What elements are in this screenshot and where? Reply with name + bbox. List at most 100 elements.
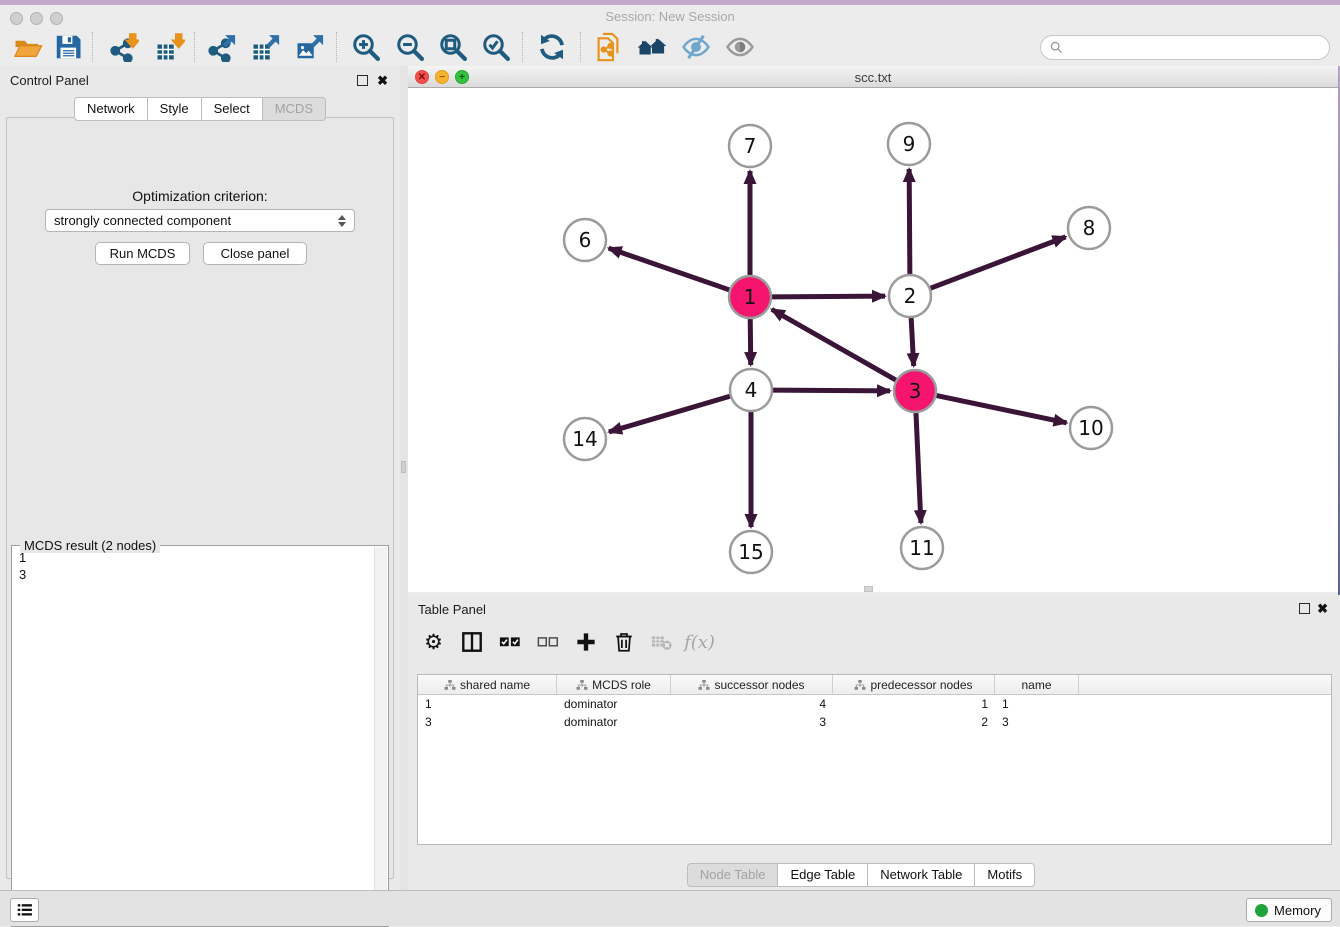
table-panel-title: Table Panel bbox=[418, 602, 486, 617]
table-panel-header: Table Panel ✖ bbox=[408, 595, 1340, 623]
deselect-all-button[interactable] bbox=[532, 627, 563, 658]
open-folder-button[interactable] bbox=[8, 31, 48, 63]
column-header-predecessor-nodes[interactable]: predecessor nodes bbox=[833, 675, 995, 694]
node-label-15: 15 bbox=[738, 540, 763, 564]
cell[interactable]: 1 bbox=[995, 695, 1079, 713]
tab-edge-table[interactable]: Edge Table bbox=[778, 863, 868, 887]
edge-1-6[interactable] bbox=[609, 248, 730, 290]
open-folder-icon bbox=[13, 32, 43, 62]
run-mcds-button[interactable]: Run MCDS bbox=[95, 242, 190, 265]
splitter-grip[interactable] bbox=[401, 461, 406, 473]
cell[interactable]: 3 bbox=[418, 713, 557, 731]
delete-icon bbox=[613, 631, 635, 653]
import-table-button[interactable] bbox=[150, 31, 190, 63]
table-row[interactable]: 3dominator323 bbox=[418, 713, 1331, 731]
node-label-3: 3 bbox=[909, 379, 922, 403]
tab-motifs[interactable]: Motifs bbox=[975, 863, 1035, 887]
cell[interactable]: 1 bbox=[833, 695, 995, 713]
delete-table-button bbox=[646, 627, 677, 658]
edge-2-9[interactable] bbox=[909, 169, 910, 274]
column-header-MCDS-role[interactable]: MCDS role bbox=[557, 675, 671, 694]
show-eye-button[interactable] bbox=[720, 31, 760, 63]
column-header-name[interactable]: name bbox=[995, 675, 1079, 694]
cell[interactable]: 3 bbox=[995, 713, 1079, 731]
edge-4-14[interactable] bbox=[609, 396, 730, 432]
export-image-button[interactable] bbox=[290, 31, 330, 63]
cell[interactable]: 4 bbox=[671, 695, 833, 713]
save-icon bbox=[53, 32, 83, 62]
memory-status-icon bbox=[1255, 904, 1268, 917]
refresh-icon bbox=[537, 32, 567, 62]
cell[interactable]: 2 bbox=[833, 713, 995, 731]
table-row[interactable]: 1dominator411 bbox=[418, 695, 1331, 713]
close-panel-button[interactable]: Close panel bbox=[203, 242, 307, 265]
panel-splitter[interactable] bbox=[400, 66, 408, 890]
cell[interactable]: dominator bbox=[557, 713, 671, 731]
network-graph[interactable]: 1234678910111415 bbox=[408, 88, 1338, 592]
table-float-icon[interactable] bbox=[1299, 603, 1310, 614]
save-button[interactable] bbox=[48, 31, 88, 63]
control-panel-tabs: NetworkStyleSelectMCDS bbox=[0, 97, 400, 121]
criterion-select[interactable]: strongly connected component bbox=[45, 209, 355, 232]
zoom-selected-button[interactable] bbox=[476, 31, 516, 63]
search-input[interactable] bbox=[1064, 40, 1329, 55]
columns-button[interactable] bbox=[456, 627, 487, 658]
edge-3-10[interactable] bbox=[937, 396, 1067, 423]
export-network-button[interactable] bbox=[202, 31, 242, 63]
export-network-icon bbox=[207, 32, 237, 62]
tab-mcds[interactable]: MCDS bbox=[263, 97, 326, 121]
column-header-shared-name[interactable]: shared name bbox=[418, 675, 557, 694]
zoom-fit-button[interactable] bbox=[433, 31, 473, 63]
float-panel-icon[interactable] bbox=[357, 75, 368, 86]
network-window-titlebar[interactable]: ✕ − + scc.txt bbox=[408, 66, 1338, 88]
delete-button[interactable] bbox=[608, 627, 639, 658]
refresh-button[interactable] bbox=[532, 31, 572, 63]
edge-2-8[interactable] bbox=[931, 237, 1066, 288]
memory-button[interactable]: Memory bbox=[1246, 898, 1332, 922]
edge-2-3[interactable] bbox=[911, 318, 914, 366]
tab-style[interactable]: Style bbox=[148, 97, 202, 121]
zoom-out-button[interactable] bbox=[390, 31, 430, 63]
node-label-9: 9 bbox=[903, 132, 916, 156]
result-scrollbar[interactable] bbox=[374, 547, 387, 925]
hide-style-button[interactable] bbox=[676, 31, 716, 63]
edge-4-3[interactable] bbox=[773, 390, 890, 391]
mcds-result-group: MCDS result (2 nodes) 1 3 bbox=[11, 545, 389, 927]
edge-3-1[interactable] bbox=[772, 309, 896, 380]
import-network-button[interactable] bbox=[104, 31, 144, 63]
share-document-button[interactable] bbox=[588, 31, 628, 63]
tab-node-table[interactable]: Node Table bbox=[687, 863, 779, 887]
edge-3-11[interactable] bbox=[916, 413, 921, 523]
zoom-in-button[interactable] bbox=[346, 31, 386, 63]
control-panel: Control Panel ✖ NetworkStyleSelectMCDS O… bbox=[0, 66, 400, 890]
edge-1-2[interactable] bbox=[772, 296, 885, 297]
export-table-icon bbox=[251, 32, 281, 62]
list-icon bbox=[17, 903, 33, 917]
toolbar-separator bbox=[580, 32, 581, 62]
network-window-title: scc.txt bbox=[408, 70, 1338, 85]
node-table[interactable]: shared nameMCDS role successor nodes prede… bbox=[417, 674, 1332, 845]
delete-table-icon bbox=[651, 631, 673, 653]
canvas-resize-handle[interactable] bbox=[864, 586, 873, 592]
search-field[interactable] bbox=[1040, 35, 1330, 60]
cell[interactable]: 1 bbox=[418, 695, 557, 713]
table-close-icon[interactable]: ✖ bbox=[1317, 603, 1328, 614]
tab-select[interactable]: Select bbox=[202, 97, 263, 121]
select-all-button[interactable] bbox=[494, 627, 525, 658]
tab-network[interactable]: Network bbox=[74, 97, 148, 121]
export-table-button[interactable] bbox=[246, 31, 286, 63]
column-label: successor nodes bbox=[714, 678, 804, 692]
close-panel-icon[interactable]: ✖ bbox=[377, 75, 388, 86]
hierarchy-icon bbox=[854, 679, 866, 691]
gear-button[interactable]: ⚙ bbox=[418, 627, 449, 658]
task-history-button[interactable] bbox=[10, 898, 39, 922]
cell[interactable]: dominator bbox=[557, 695, 671, 713]
column-header-successor-nodes[interactable]: successor nodes bbox=[671, 675, 833, 694]
tab-network-table[interactable]: Network Table bbox=[868, 863, 975, 887]
add-icon bbox=[575, 631, 597, 653]
add-button[interactable] bbox=[570, 627, 601, 658]
cell[interactable]: 3 bbox=[671, 713, 833, 731]
mcds-result-list[interactable]: 1 3 bbox=[14, 549, 373, 924]
network-canvas[interactable]: 1234678910111415 bbox=[408, 88, 1338, 592]
home-button[interactable] bbox=[632, 31, 672, 63]
